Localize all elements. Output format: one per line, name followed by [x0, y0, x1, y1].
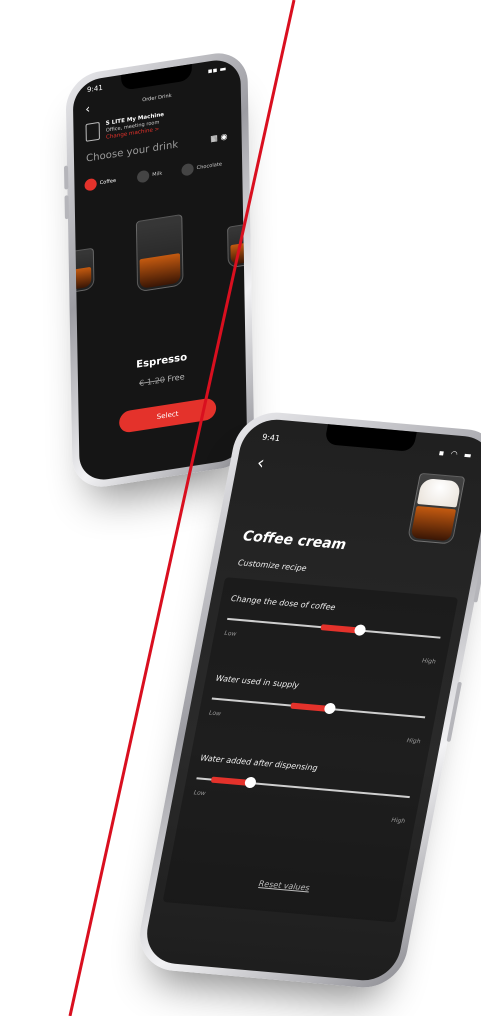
coffee-dose-slider[interactable]: Change the dose of coffee Low High [220, 594, 445, 673]
choose-drink-heading: Choose your drink [86, 139, 179, 165]
customize-recipe-screen: 9:41 ▪ ◠ ▬ ‹ Coffee cream Customize reci… [141, 416, 481, 984]
drink-glass-right [227, 222, 248, 269]
volume-button [64, 195, 69, 220]
water-supply-slider[interactable]: Water used in supply Low High [205, 674, 430, 753]
slider-track[interactable] [196, 776, 410, 799]
cream-foam [416, 478, 462, 508]
drink-carousel[interactable] [72, 185, 248, 329]
slider-track[interactable] [227, 617, 441, 639]
slider-low-label: Low [208, 709, 222, 718]
status-time: 9:41 [261, 432, 281, 444]
slider-low-label: Low [223, 629, 237, 638]
drink-title: Coffee cream [241, 528, 348, 554]
milk-icon [136, 169, 150, 183]
slider-high-label: High [406, 737, 422, 746]
slider-low-label: Low [193, 789, 207, 798]
recipe-panel: Change the dose of coffee Low High Water… [162, 577, 459, 923]
power-button [473, 562, 481, 603]
original-price: € 1.20 [139, 375, 166, 389]
tab-label: Milk [152, 170, 163, 179]
drink-glass-left [72, 247, 95, 294]
slider-label: Change the dose of coffee [230, 593, 337, 613]
customize-subtitle: Customize recipe [237, 558, 308, 574]
tab-label: Coffee [99, 177, 117, 187]
view-toggle-icons[interactable]: ▦ ◉ [210, 132, 227, 144]
coffee-fill [230, 241, 248, 265]
chocolate-icon [181, 162, 194, 177]
coffee-fill [410, 505, 457, 542]
slider-label: Water added after dispensing [199, 753, 319, 773]
coffee-cup-icon [84, 177, 97, 192]
price-note: Free [167, 372, 185, 384]
espresso-glass [135, 214, 184, 293]
phone-order-drink: 9:41 ▪▪ ▬ ‹ Order Drink S LITE My Machin… [63, 48, 255, 492]
coffee-fill [139, 253, 181, 289]
slider-label: Water used in supply [214, 673, 300, 690]
water-added-slider[interactable]: Water added after dispensing Low High [190, 753, 415, 832]
select-button[interactable]: Select [118, 397, 217, 434]
slider-high-label: High [390, 816, 406, 825]
coffee-cream-glass [406, 472, 466, 547]
slider-handle[interactable] [243, 776, 257, 789]
slider-track[interactable] [211, 697, 426, 719]
phone-customize-recipe: 9:41 ▪ ◠ ▬ ‹ Coffee cream Customize reci… [133, 409, 481, 991]
phone-notch [121, 64, 193, 91]
coffee-machine-icon [85, 121, 100, 142]
slider-handle[interactable] [323, 702, 337, 715]
slider-handle[interactable] [353, 624, 367, 637]
glass [406, 472, 466, 545]
status-time: 9:41 [86, 83, 103, 95]
volume-button [63, 165, 69, 190]
signal-battery-icon: ▪▪ ▬ [207, 64, 227, 76]
reset-values-link[interactable]: Reset values [167, 871, 402, 901]
tab-milk[interactable]: Milk [136, 166, 163, 186]
order-drink-screen: 9:41 ▪▪ ▬ ‹ Order Drink S LITE My Machin… [72, 56, 248, 484]
tab-chocolate[interactable]: Chocolate [181, 156, 222, 178]
slider-high-label: High [421, 657, 437, 666]
coffee-fill [72, 266, 92, 291]
back-chevron-icon[interactable]: ‹ [255, 452, 266, 474]
tab-label: Chocolate [196, 161, 222, 172]
signal-wifi-battery-icon: ▪ ◠ ▬ [437, 448, 475, 461]
tab-coffee[interactable]: Coffee [84, 173, 116, 194]
phone-notch [324, 424, 417, 452]
